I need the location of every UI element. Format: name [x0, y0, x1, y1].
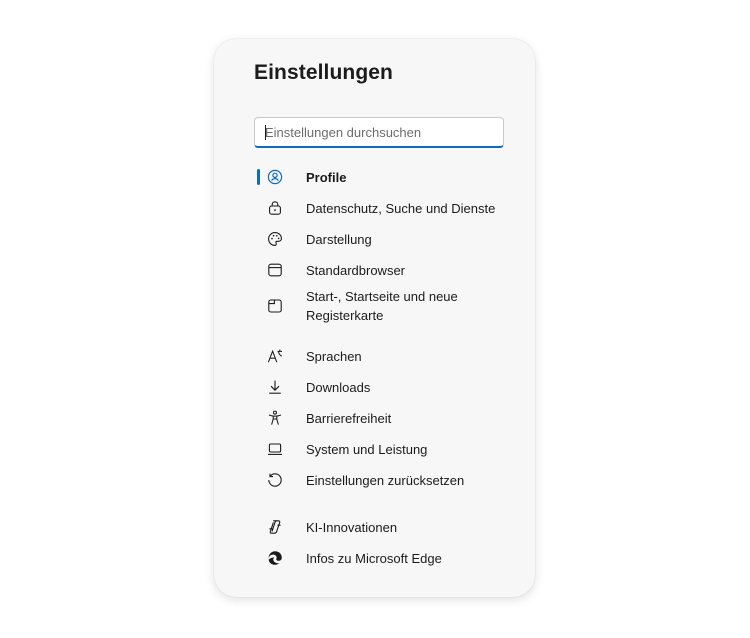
sidebar-item-label: Darstellung [306, 231, 372, 247]
sidebar-item-label: Barrierefreiheit [306, 410, 392, 426]
sidebar-item-label: Infos zu Microsoft Edge [306, 550, 442, 566]
language-icon [267, 348, 283, 364]
sidebar-item-label: System und Leistung [306, 441, 428, 457]
search-input[interactable] [265, 124, 503, 140]
browser-icon [267, 262, 283, 278]
sidebar-item-ai-innovations[interactable]: KI-Innovationen [254, 519, 514, 535]
sidebar-item-label: Profile [306, 169, 347, 185]
sidebar-item-about-edge[interactable]: Infos zu Microsoft Edge [254, 550, 514, 566]
sidebar-item-start-home-new-tab[interactable]: Start-, Startseite und neue Registerkart… [254, 287, 514, 325]
search-box[interactable] [254, 117, 504, 148]
sidebar-item-reset-settings[interactable]: Einstellungen zurücksetzen [254, 472, 514, 488]
sidebar-item-label: Datenschutz, Suche und Dienste [306, 200, 496, 216]
laptop-icon [267, 441, 283, 457]
accessibility-icon [267, 410, 283, 426]
settings-panel: Einstellungen Profile Datenschutz, Suche… [214, 39, 535, 597]
sidebar-item-label: Sprachen [306, 348, 362, 364]
sidebar-item-default-browser[interactable]: Standardbrowser [254, 262, 514, 278]
sidebar-item-label: KI-Innovationen [306, 519, 398, 535]
sidebar-item-appearance[interactable]: Darstellung [254, 231, 514, 247]
sidebar-item-system-performance[interactable]: System und Leistung [254, 441, 514, 457]
sidebar-item-languages[interactable]: Sprachen [254, 348, 514, 364]
lock-icon [267, 200, 283, 216]
sidebar-item-accessibility[interactable]: Barrierefreiheit [254, 410, 514, 426]
sidebar-item-label: Einstellungen zurücksetzen [306, 472, 465, 488]
sidebar-item-downloads[interactable]: Downloads [254, 379, 514, 395]
sidebar-item-label: Downloads [306, 379, 371, 395]
profile-icon [267, 169, 283, 185]
sidebar-item-privacy[interactable]: Datenschutz, Suche und Dienste [254, 200, 514, 216]
copilot-icon [267, 519, 283, 535]
new-tab-icon [267, 298, 283, 314]
page-title: Einstellungen [254, 61, 393, 84]
text-caret [265, 125, 266, 140]
sidebar-item-label: Start-, Startseite und neue Registerkart… [306, 289, 458, 323]
palette-icon [267, 231, 283, 247]
download-icon [267, 379, 283, 395]
sidebar-item-label: Standardbrowser [306, 262, 405, 278]
sidebar-item-profile[interactable]: Profile [254, 169, 514, 185]
reset-icon [267, 472, 283, 488]
edge-logo-icon [267, 550, 283, 566]
